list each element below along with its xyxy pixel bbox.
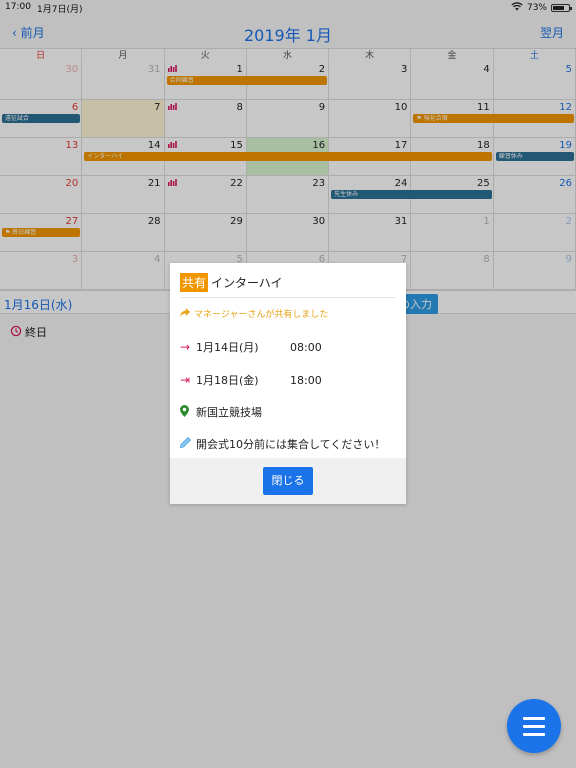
pencil-icon	[180, 436, 196, 451]
map-pin-icon	[180, 404, 196, 420]
end-time: 18:00	[290, 373, 322, 387]
event-title: インターハイ	[211, 276, 283, 290]
event-detail-modal: 共有 インターハイ マネージャーさんが共有しました → 1月14日(月) 08:…	[170, 263, 406, 504]
memo-text: 開会式10分前には集合してください！	[196, 438, 386, 451]
location-row: 新国立競技場	[180, 404, 262, 420]
hamburger-icon	[523, 716, 545, 720]
arrow-right-icon: →	[180, 340, 191, 354]
menu-fab-button[interactable]	[507, 699, 561, 753]
hamburger-icon-line	[523, 724, 545, 728]
hamburger-icon-line	[523, 732, 545, 736]
start-time: 08:00	[290, 340, 322, 354]
share-arrow-icon	[180, 307, 190, 320]
end-row: ⇥ 1月18日(金) 18:00	[180, 372, 322, 388]
shared-by-row: マネージャーさんが共有しました	[180, 307, 328, 320]
modal-divider	[180, 297, 396, 298]
event-title-row: 共有 インターハイ	[180, 273, 283, 292]
shared-by-text: マネージャーさんが共有しました	[194, 310, 329, 320]
shared-badge: 共有	[180, 273, 209, 292]
location-text: 新国立競技場	[196, 406, 262, 419]
start-date: 1月14日(月)	[196, 341, 259, 354]
modal-footer: 閉じる	[170, 458, 406, 504]
close-button[interactable]: 閉じる	[263, 467, 313, 495]
memo-row: 開会式10分前には集合してください！	[180, 436, 385, 452]
start-row: → 1月14日(月) 08:00	[180, 339, 322, 355]
end-date: 1月18日(金)	[196, 374, 259, 387]
arrow-to-end-icon: ⇥	[180, 373, 191, 387]
